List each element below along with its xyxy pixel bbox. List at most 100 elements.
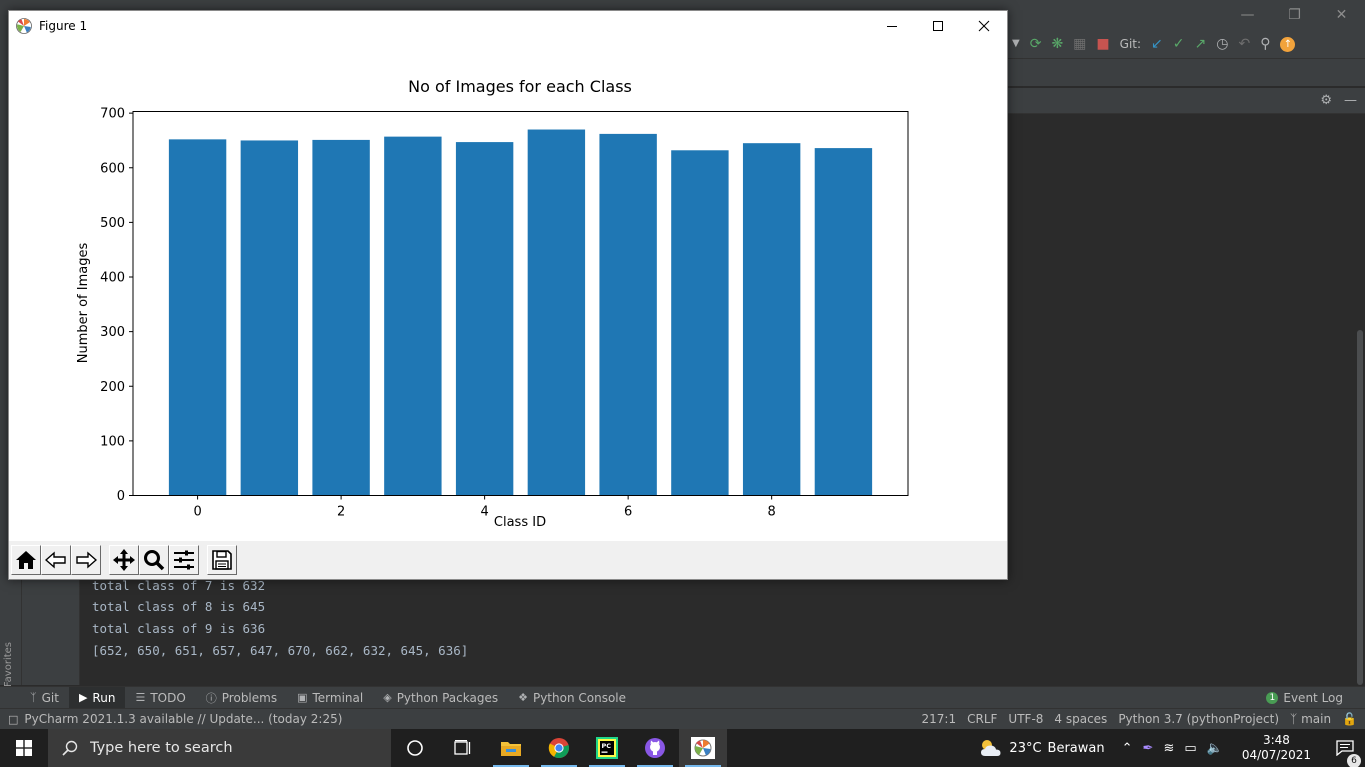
clock[interactable]: 3:48 04/07/2021 — [1228, 733, 1325, 763]
home-icon — [16, 551, 36, 569]
task-view-icon — [454, 740, 471, 755]
forward-icon — [76, 551, 97, 569]
git-commit-icon[interactable]: ✓ — [1173, 37, 1185, 51]
debug-icon[interactable]: ❋ — [1051, 37, 1063, 51]
toolbar-separator — [199, 545, 207, 575]
tab-run[interactable]: ▶ Run — [68, 686, 126, 709]
bars-layer — [168, 129, 873, 496]
git-push-icon[interactable]: ↗ — [1195, 37, 1207, 51]
tab-problems[interactable]: ⓘ Problems — [196, 687, 287, 709]
weather-condition: Berawan — [1047, 740, 1105, 756]
console-line: [652, 650, 651, 657, 647, 670, 662, 632,… — [92, 643, 469, 658]
ide-restore-icon[interactable]: ❐ — [1271, 0, 1318, 30]
pan-button[interactable] — [109, 545, 139, 575]
system-tray: 23°C Berawan ⌃ ✒ ≋ ▭ 🔈 3:48 04/07/2021 6 — [967, 729, 1365, 767]
search-everywhere-icon[interactable]: ⚲ — [1260, 37, 1270, 51]
history-icon[interactable]: ◷ — [1216, 37, 1228, 51]
clock-time: 3:48 — [1262, 733, 1290, 747]
status-line-separator[interactable]: CRLF — [967, 712, 997, 726]
rerun-icon[interactable]: ⟳ — [1030, 37, 1042, 51]
run-config-dropdown-icon[interactable]: ▼ — [1012, 39, 1020, 49]
bar-class-6 — [599, 133, 657, 496]
bar-class-5 — [527, 129, 586, 496]
home-button[interactable] — [11, 545, 41, 575]
minimize-button[interactable] — [869, 11, 915, 40]
action-center-button[interactable]: 6 — [1325, 740, 1365, 767]
console-scrollbar[interactable] — [1357, 330, 1363, 685]
status-encoding[interactable]: UTF-8 — [1008, 712, 1043, 726]
tab-terminal[interactable]: ▣ Terminal — [287, 687, 373, 709]
lock-icon[interactable]: 🔓 — [1342, 712, 1357, 726]
tab-todo[interactable]: ☰ TODO — [125, 687, 195, 709]
update-available-icon[interactable]: ↑ — [1280, 36, 1296, 52]
chart-xlabel: Class ID — [494, 515, 546, 530]
run-console-output: total class of 7 is 632 total class of 8… — [92, 576, 468, 662]
taskbar-chrome[interactable] — [535, 729, 583, 767]
figure-title: Figure 1 — [39, 18, 88, 33]
rollback-icon[interactable]: ↶ — [1238, 37, 1250, 51]
matplotlib-logo-icon — [16, 17, 32, 34]
zoom-icon — [144, 550, 165, 571]
tab-git[interactable]: ᛉ Git — [0, 687, 69, 709]
figure-canvas[interactable]: No of Images for each Class Class ID Num… — [9, 40, 1007, 541]
pycharm-icon: PC — [596, 737, 618, 759]
configure-subplots-button[interactable] — [169, 545, 199, 575]
back-button[interactable] — [41, 545, 71, 575]
cortana-button[interactable] — [391, 729, 439, 767]
weather-widget[interactable]: 23°C Berawan — [967, 739, 1116, 757]
start-button[interactable] — [0, 729, 48, 767]
pan-icon — [113, 549, 135, 571]
configure-subplots-icon — [174, 550, 194, 570]
todo-icon: ☰ — [135, 691, 146, 704]
forward-button[interactable] — [71, 545, 101, 575]
close-button[interactable] — [961, 11, 1007, 40]
search-input[interactable] — [90, 740, 350, 756]
layout-toggle-icon[interactable]: □ — [8, 713, 18, 726]
bar-class-9 — [814, 148, 873, 496]
close-icon — [978, 20, 990, 31]
taskbar-file-explorer[interactable] — [487, 729, 535, 767]
weather-temperature: 23°C — [1009, 740, 1042, 756]
taskbar-pycharm[interactable]: PC — [583, 729, 631, 767]
stop-icon[interactable]: ■ — [1096, 37, 1109, 51]
volume-icon[interactable]: 🔈 — [1202, 741, 1228, 756]
taskbar-matplotlib-figure[interactable] — [679, 729, 727, 767]
coverage-icon[interactable]: ▦ — [1073, 37, 1086, 51]
taskbar-search[interactable] — [48, 729, 391, 767]
wifi-icon[interactable]: ≋ — [1158, 741, 1179, 756]
zoom-button[interactable] — [139, 545, 169, 575]
search-icon — [62, 740, 78, 756]
battery-icon[interactable]: ▭ — [1179, 741, 1201, 756]
status-indent[interactable]: 4 spaces — [1054, 712, 1107, 726]
status-update-message[interactable]: PyCharm 2021.1.3 available // Update... … — [24, 712, 342, 726]
settings-gear-icon[interactable]: ⚙ — [1320, 93, 1332, 108]
status-caret-position[interactable]: 217:1 — [922, 712, 957, 726]
save-button[interactable] — [207, 545, 237, 575]
partly-cloudy-icon — [981, 740, 1001, 756]
tab-label: TODO — [150, 690, 186, 705]
favorites-tab[interactable]: Favorites — [3, 642, 14, 687]
console-line: total class of 8 is 645 — [92, 599, 266, 614]
task-view-button[interactable] — [439, 729, 487, 767]
chrome-icon — [548, 738, 569, 759]
git-branch-icon: ᛉ — [30, 691, 37, 704]
tab-event-log[interactable]: 1 Event Log — [1266, 691, 1365, 705]
tab-python-console[interactable]: ❖ Python Console — [508, 687, 636, 709]
figure-titlebar[interactable]: Figure 1 — [9, 11, 1007, 40]
figure-window-controls — [869, 11, 1007, 40]
git-update-icon[interactable]: ↙ — [1151, 37, 1163, 51]
pen-workspace-icon[interactable]: ✒ — [1138, 741, 1159, 756]
show-hidden-icons-icon[interactable]: ⌃ — [1117, 741, 1138, 756]
maximize-button[interactable] — [915, 11, 961, 40]
status-interpreter[interactable]: Python 3.7 (pythonProject) — [1118, 712, 1279, 726]
status-branch[interactable]: ᛉ main — [1290, 712, 1331, 726]
bar-class-1 — [240, 140, 299, 496]
hide-panel-icon[interactable]: — — [1344, 93, 1357, 108]
tab-python-packages[interactable]: ◈ Python Packages — [373, 687, 508, 709]
ide-close-icon[interactable]: ✕ — [1318, 0, 1365, 30]
x-tick-label: 8 — [768, 505, 776, 520]
taskbar-github-desktop[interactable] — [631, 729, 679, 767]
chart-ylabel: Number of Images — [76, 243, 91, 364]
ide-minimize-icon[interactable]: — — [1224, 0, 1271, 30]
python-console-icon: ❖ — [518, 691, 528, 704]
